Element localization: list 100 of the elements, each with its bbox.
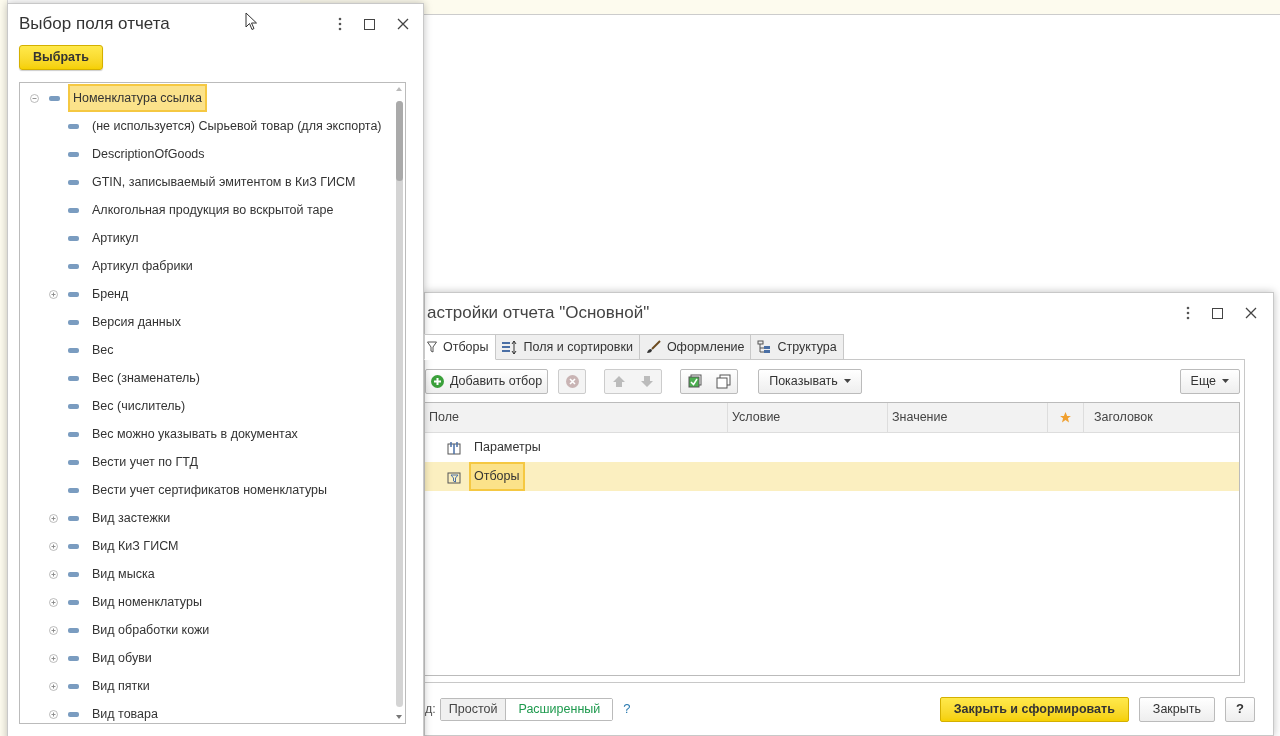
maximize-icon[interactable] xyxy=(364,18,375,30)
field-icon xyxy=(68,123,79,129)
move-buttons[interactable] xyxy=(604,368,663,394)
brush-icon xyxy=(645,340,661,354)
column-header[interactable]: Поле xyxy=(425,403,728,432)
field-icon xyxy=(68,515,79,521)
expand-icon[interactable] xyxy=(49,513,58,523)
close-button[interactable]: Закрыть xyxy=(1138,696,1215,722)
field-icon xyxy=(68,347,79,353)
add-icon xyxy=(431,374,444,388)
tree-item[interactable]: Вид мыска xyxy=(89,561,158,587)
tree-item[interactable]: DescriptionOfGoods xyxy=(89,141,208,167)
window-title: Выбор поля отчета xyxy=(19,13,170,36)
field-icon xyxy=(68,375,79,381)
filter-icon xyxy=(427,341,437,353)
tree-item[interactable]: Вид пятки xyxy=(89,673,153,699)
parameters-icon xyxy=(447,440,461,455)
close-and-generate-button[interactable]: Закрыть и сформировать xyxy=(939,696,1129,722)
more-icon[interactable] xyxy=(338,17,342,31)
caret-icon xyxy=(1222,379,1229,383)
window-title: астройки отчета "Основной" xyxy=(427,302,650,325)
star-icon[interactable] xyxy=(1059,411,1072,424)
tree-item[interactable]: Вид КиЗ ГИСМ xyxy=(89,533,182,559)
scroll-down-icon[interactable] xyxy=(396,715,402,719)
field-icon xyxy=(68,571,79,577)
show-dropdown[interactable]: Показывать xyxy=(758,368,862,394)
collapse-icon[interactable] xyxy=(30,93,39,103)
table-cell-text: Параметры xyxy=(473,439,542,457)
field-icon xyxy=(68,235,79,241)
tree-item[interactable]: Вес xyxy=(89,337,117,363)
table-row[interactable]: Отборы xyxy=(425,462,1239,491)
close-icon[interactable] xyxy=(1245,307,1257,319)
field-icon xyxy=(68,179,79,185)
mode-toggle[interactable]: Расширенный xyxy=(505,698,613,720)
delete-button[interactable] xyxy=(558,368,587,394)
tree-item[interactable]: Вес (знаменатель) xyxy=(89,365,203,391)
tree-item[interactable]: Бренд xyxy=(89,281,132,307)
tree-item[interactable]: Вес (числитель) xyxy=(89,393,189,419)
tree-item[interactable]: Номенклатура ссылка xyxy=(70,85,205,111)
field-icon xyxy=(68,599,79,605)
table-cell: Отборы xyxy=(471,464,523,489)
field-icon xyxy=(49,95,60,101)
field-icon xyxy=(68,207,79,213)
tree-item[interactable]: GTIN, записываемый эмитентом в КиЗ ГИСМ xyxy=(89,169,359,195)
tree-item[interactable]: Вид товара xyxy=(89,701,161,723)
field-icon xyxy=(68,487,79,493)
field-icon xyxy=(68,655,79,661)
tree-item[interactable]: Вид номенклатуры xyxy=(89,589,205,615)
field-icon xyxy=(68,683,79,689)
close-icon[interactable] xyxy=(397,18,409,30)
column-header[interactable]: Заголовок xyxy=(1084,403,1239,432)
expand-icon[interactable] xyxy=(49,597,58,607)
select-button[interactable]: Выбрать xyxy=(19,44,103,70)
scroll-up-icon[interactable] xyxy=(396,87,402,91)
field-icon xyxy=(68,431,79,437)
expand-icon[interactable] xyxy=(49,289,58,299)
help-button[interactable]: ? xyxy=(1225,696,1255,722)
expand-icon[interactable] xyxy=(49,625,58,635)
check-buttons[interactable] xyxy=(680,368,739,394)
caret-icon xyxy=(843,379,851,383)
column-header[interactable]: Условие xyxy=(728,403,888,432)
tree-item[interactable]: Вид обуви xyxy=(89,645,155,671)
expand-icon[interactable] xyxy=(49,541,58,551)
more-icon[interactable] xyxy=(1186,306,1190,320)
tree-item[interactable]: Вид застежки xyxy=(89,505,174,531)
tree-item[interactable]: Вес можно указывать в документах xyxy=(89,421,301,447)
mode-toggle[interactable]: Простой xyxy=(440,698,506,720)
mode-label: д: xyxy=(425,700,436,718)
expand-icon[interactable] xyxy=(49,709,58,719)
help-link[interactable]: ? xyxy=(623,699,631,719)
field-icon xyxy=(68,403,79,409)
column-header[interactable]: Значение xyxy=(888,403,1048,432)
expand-icon[interactable] xyxy=(49,569,58,579)
more-dropdown[interactable]: Еще xyxy=(1179,368,1240,394)
tree-item[interactable]: Артикул фабрики xyxy=(89,253,196,279)
list-sort-icon xyxy=(501,340,518,354)
expand-icon[interactable] xyxy=(49,653,58,663)
structure-icon xyxy=(757,340,772,354)
field-icon xyxy=(68,627,79,633)
expand-icon[interactable] xyxy=(49,681,58,691)
field-icon xyxy=(68,319,79,325)
tab[interactable]: Структура xyxy=(750,334,844,360)
tab[interactable]: Оформление xyxy=(638,334,752,360)
table-row[interactable]: Параметры xyxy=(425,433,1239,462)
tab[interactable]: Отборы xyxy=(424,334,496,360)
filter-group-icon xyxy=(447,469,461,484)
tree-item[interactable]: Версия данных xyxy=(89,309,184,335)
tree-item[interactable]: Вид обработки кожи xyxy=(89,617,213,643)
tree-item[interactable]: Алкогольная продукция во вскрытой таре xyxy=(89,197,337,223)
field-icon xyxy=(68,291,79,297)
delete-icon xyxy=(565,374,579,388)
field-icon xyxy=(68,459,79,465)
tree-item[interactable]: Вести учет по ГТД xyxy=(89,449,201,475)
maximize-icon[interactable] xyxy=(1212,307,1223,319)
tree-item[interactable]: Вести учет сертификатов номенклатуры xyxy=(89,477,330,503)
tree-item[interactable]: Артикул xyxy=(89,225,142,251)
add-filter-button[interactable]: Добавить отбор xyxy=(425,368,549,394)
scroll-thumb[interactable] xyxy=(395,101,403,181)
tree-item[interactable]: (не используется) Сырьевой товар (для экспорта) xyxy=(89,113,385,139)
tab[interactable]: Поля и сортировки xyxy=(494,334,640,360)
